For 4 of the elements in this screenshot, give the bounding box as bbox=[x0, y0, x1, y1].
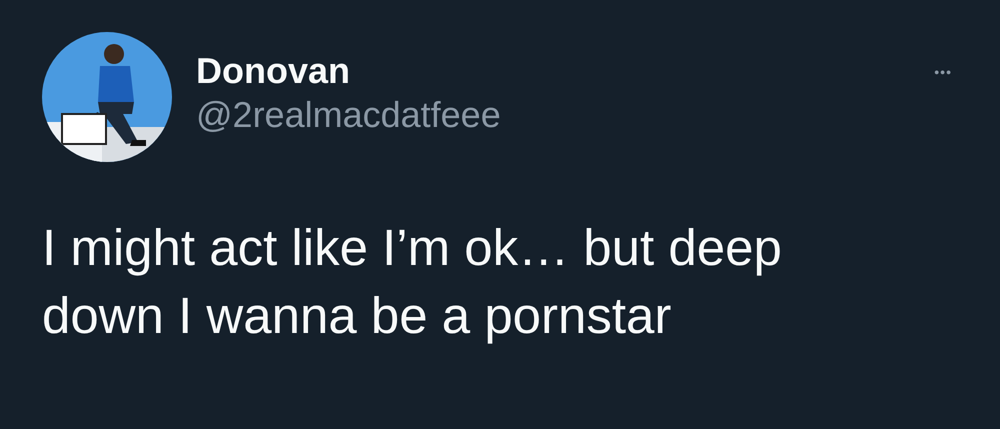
display-name: Donovan bbox=[196, 50, 352, 92]
tweet-text: I might act like I’m ok… but deep down I wanna be a pornstar bbox=[42, 218, 783, 346]
user-handle: @2realmacdatfeee bbox=[196, 94, 502, 136]
more-options-icon[interactable]: ••• bbox=[934, 64, 952, 80]
